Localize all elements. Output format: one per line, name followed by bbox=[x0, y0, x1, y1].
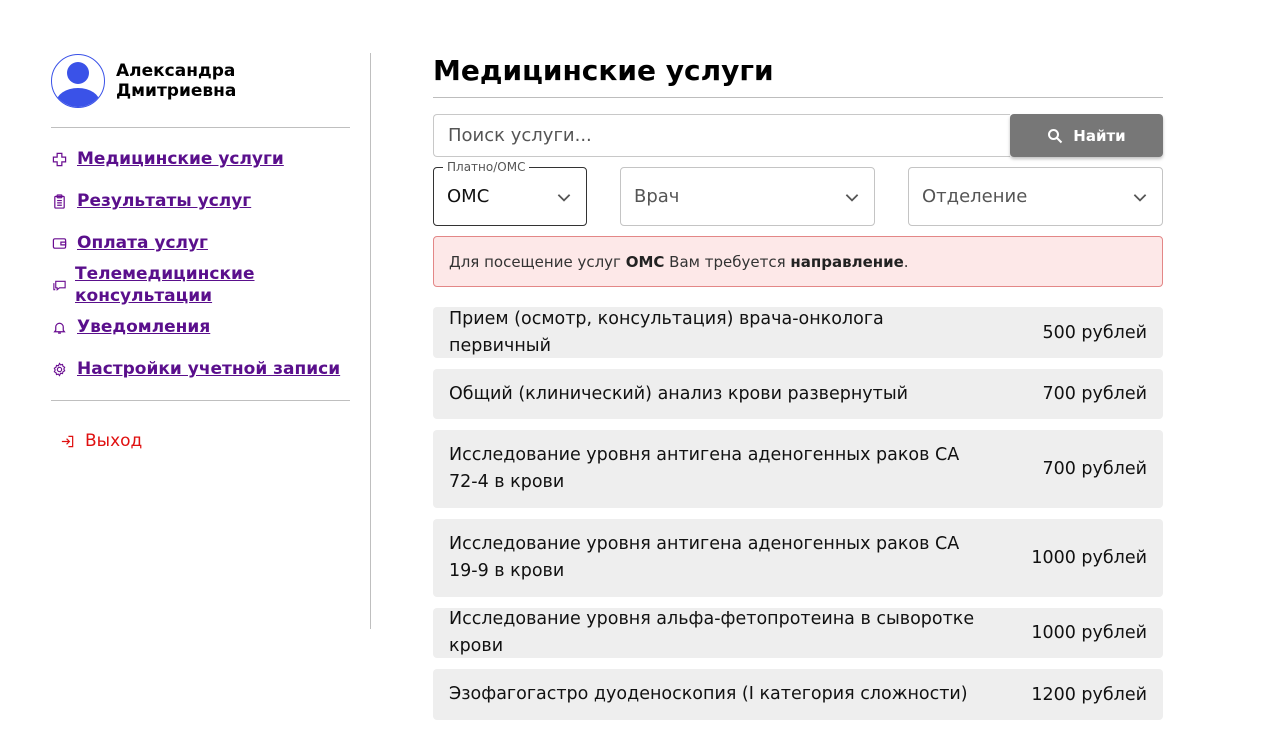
sidebar-item-medical-services[interactable]: Медицинские услуги bbox=[51, 148, 284, 170]
alert-prefix: Для посещение услуг bbox=[449, 252, 626, 271]
bell-icon bbox=[51, 319, 67, 335]
chevron-down-icon bbox=[557, 193, 571, 202]
clipboard-icon bbox=[51, 193, 67, 209]
page-title: Медицинские услуги bbox=[433, 54, 774, 87]
service-price: 1000 рублей bbox=[1031, 548, 1147, 568]
sidebar-item-telemedicine[interactable]: Телемедицинские консультации bbox=[51, 263, 265, 307]
service-name: Исследование уровня альфа-фетопротеина в… bbox=[449, 609, 975, 656]
alert-strong-oms: ОМС bbox=[625, 252, 665, 271]
sidebar-item-label[interactable]: Результаты услуг bbox=[77, 190, 251, 212]
title-divider bbox=[433, 97, 1163, 98]
logout-icon bbox=[59, 433, 75, 449]
service-price: 1000 рублей bbox=[1031, 623, 1147, 643]
department-value: Отделение bbox=[922, 186, 1028, 207]
avatar[interactable] bbox=[51, 53, 105, 108]
search-bar: Найти bbox=[433, 114, 1163, 157]
logout-label[interactable]: Выход bbox=[85, 431, 142, 451]
search-button-label: Найти bbox=[1073, 126, 1126, 145]
gear-icon bbox=[51, 361, 67, 377]
profile: Александра Дмитриевна bbox=[51, 53, 350, 108]
service-name: Исследование уровня антигена аденогенных… bbox=[449, 445, 960, 492]
search-icon bbox=[1048, 128, 1063, 143]
sidebar-item-label[interactable]: Телемедицинские консультации bbox=[75, 263, 265, 307]
sidebar-item-label[interactable]: Настройки учетной записи bbox=[77, 358, 340, 380]
sidebar-item-results[interactable]: Результаты услуг bbox=[51, 190, 251, 212]
service-price: 700 рублей bbox=[1042, 459, 1147, 479]
payment-type-value: ОМС bbox=[447, 186, 490, 207]
sidebar-item-label[interactable]: Оплата услуг bbox=[77, 232, 208, 254]
sidebar-item-notifications[interactable]: Уведомления bbox=[51, 316, 210, 338]
sidebar-separator bbox=[370, 53, 371, 629]
alert-strong-referral: направление bbox=[790, 252, 904, 271]
service-name: Исследование уровня антигена аденогенных… bbox=[449, 534, 960, 581]
sidebar: Александра Дмитриевна Медицинские услуги… bbox=[51, 53, 350, 451]
sidebar-divider-bottom bbox=[51, 400, 350, 401]
alert-middle: Вам требуется bbox=[664, 252, 791, 271]
search-input[interactable] bbox=[433, 114, 1010, 157]
doctor-value: Врач bbox=[634, 186, 680, 207]
medical-cross-icon bbox=[51, 151, 67, 167]
chat-icon bbox=[51, 277, 67, 293]
logout-button[interactable]: Выход bbox=[59, 431, 142, 451]
sidebar-item-label[interactable]: Уведомления bbox=[77, 316, 210, 338]
alert-text: Для посещение услуг ОМС Вам требуется на… bbox=[449, 253, 909, 271]
list-item[interactable]: Исследование уровня антигена аденогенных… bbox=[433, 430, 1163, 508]
chevron-down-icon bbox=[845, 193, 859, 202]
service-price: 500 рублей bbox=[1042, 322, 1147, 343]
sidebar-divider-top bbox=[51, 127, 350, 128]
sidebar-item-label[interactable]: Медицинские услуги bbox=[77, 148, 284, 170]
list-item[interactable]: Эзофагогастро дуоденоскопия (I категория… bbox=[433, 669, 1163, 720]
department-select[interactable]: Отделение bbox=[908, 167, 1163, 226]
service-name: Эзофагогастро дуоденоскопия (I категория… bbox=[449, 684, 968, 704]
sidebar-item-settings[interactable]: Настройки учетной записи bbox=[51, 358, 340, 380]
list-item[interactable]: Прием (осмотр, консультация) врача-онкол… bbox=[433, 307, 1163, 358]
chevron-down-icon bbox=[1133, 193, 1147, 202]
service-price: 700 рублей bbox=[1042, 384, 1147, 404]
list-item[interactable]: Исследование уровня антигена аденогенных… bbox=[433, 519, 1163, 597]
search-button[interactable]: Найти bbox=[1010, 114, 1163, 157]
payment-type-select[interactable]: Платно/ОМС ОМС bbox=[433, 160, 587, 226]
alert-suffix: . bbox=[903, 252, 909, 271]
payment-type-label: Платно/ОМС bbox=[443, 160, 530, 174]
profile-name: Александра Дмитриевна bbox=[116, 60, 237, 101]
referral-alert: Для посещение услуг ОМС Вам требуется на… bbox=[433, 236, 1163, 287]
service-name: Прием (осмотр, консультация) врача-онкол… bbox=[449, 308, 884, 356]
main-content: Медицинские услуги Найти Платно/ОМС ОМС … bbox=[433, 53, 1163, 720]
list-item[interactable]: Общий (клинический) анализ крови разверн… bbox=[433, 369, 1163, 419]
sidebar-item-payment[interactable]: Оплата услуг bbox=[51, 232, 208, 254]
filters: Платно/ОМС ОМС Врач Отделение bbox=[433, 160, 1163, 226]
service-name: Общий (клинический) анализ крови разверн… bbox=[449, 383, 909, 404]
doctor-select[interactable]: Врач bbox=[620, 167, 875, 226]
list-item[interactable]: Исследование уровня альфа-фетопротеина в… bbox=[433, 608, 1163, 658]
service-price: 1200 рублей bbox=[1031, 684, 1147, 705]
wallet-icon bbox=[51, 235, 67, 251]
